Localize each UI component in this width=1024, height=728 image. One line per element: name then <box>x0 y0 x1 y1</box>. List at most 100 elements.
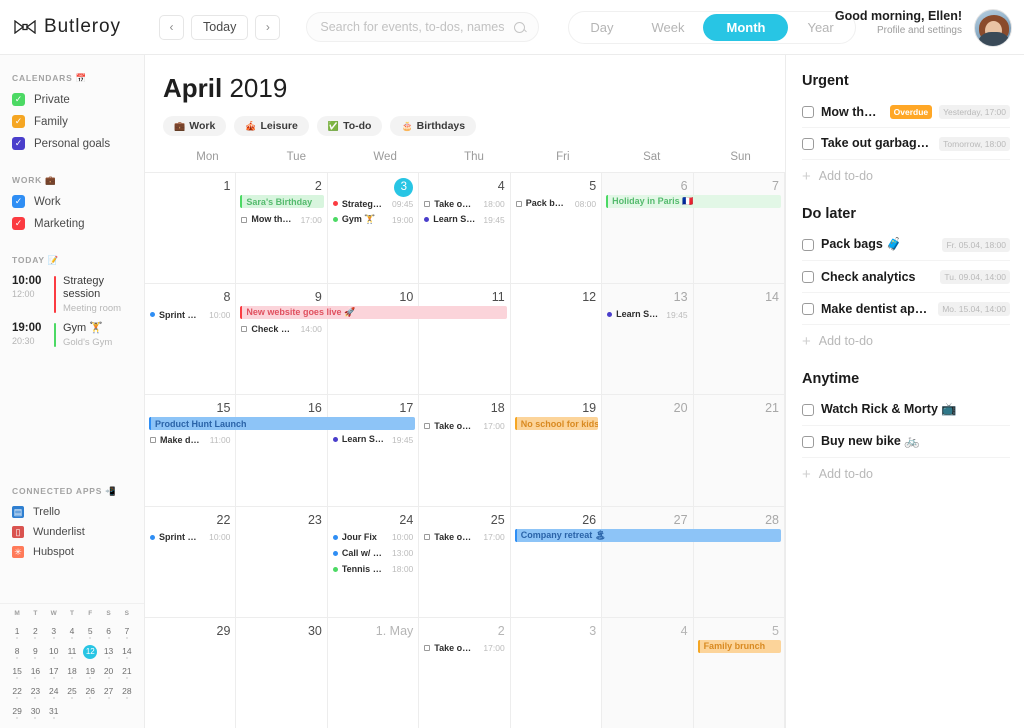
todo-checkbox-icon[interactable] <box>516 201 522 207</box>
calendar-event[interactable]: Learn Spanish 🇪🇸19:45 <box>607 308 687 321</box>
todo-checkbox[interactable] <box>802 239 814 251</box>
calendar-day-cell[interactable]: 27 <box>602 507 693 617</box>
todo-checkbox-icon[interactable] <box>241 217 247 223</box>
avatar[interactable] <box>974 9 1012 47</box>
mini-cal-day[interactable]: 3 <box>45 623 63 640</box>
mini-cal-day[interactable]: 2 <box>26 623 44 640</box>
todo-item[interactable]: Pack bags 🧳Fr. 05.04, 18:00 <box>802 229 1010 261</box>
calendar-day-cell[interactable]: 7 <box>694 173 785 283</box>
mini-cal-day[interactable]: 26 <box>81 683 99 700</box>
calendar-day-cell[interactable]: 15Make dentist a...11:00 <box>145 395 236 505</box>
todo-item[interactable]: Check analyticsTu. 09.04, 14:00 <box>802 261 1010 293</box>
todo-checkbox-icon[interactable] <box>424 534 430 540</box>
todo-checkbox[interactable] <box>802 106 814 118</box>
mini-cal-day[interactable]: 24 <box>45 683 63 700</box>
calendar-event[interactable]: Strategy session09:45 <box>333 197 413 210</box>
calendar-day-cell[interactable]: 3Strategy session09:45Gym 🏋19:00 <box>328 173 419 283</box>
calendar-day-cell[interactable]: 19 <box>511 395 602 505</box>
calendar-day-cell[interactable]: 9Check analytics14:00 <box>236 284 327 394</box>
checkbox-icon[interactable]: ✓ <box>12 115 25 128</box>
todo-checkbox-icon[interactable] <box>241 326 247 332</box>
mini-cal-day[interactable]: 17 <box>45 663 63 680</box>
filter-chip-birthdays[interactable]: 🎂Birthdays <box>390 116 476 136</box>
calendar-event[interactable]: Check analytics14:00 <box>241 322 321 335</box>
today-event[interactable]: 19:0020:30Gym 🏋Gold's Gym <box>0 322 144 356</box>
todo-checkbox[interactable] <box>802 436 814 448</box>
mini-cal-day[interactable]: 15 <box>8 663 26 680</box>
todo-checkbox-icon[interactable] <box>150 437 156 443</box>
checkbox-icon[interactable]: ✓ <box>12 195 25 208</box>
checkbox-icon[interactable]: ✓ <box>12 93 25 106</box>
view-day-button[interactable]: Day <box>571 14 632 41</box>
todo-checkbox[interactable] <box>802 138 814 150</box>
calendar-day-cell[interactable]: 30 <box>236 618 327 728</box>
calendar-day-cell[interactable]: 29 <box>145 618 236 728</box>
calendar-event[interactable]: Make dentist a...11:00 <box>150 433 230 446</box>
mini-cal-day[interactable]: 14 <box>118 643 136 660</box>
mini-cal-day[interactable]: 6 <box>99 623 117 640</box>
calendar-event[interactable]: Jour Fix10:00 <box>333 531 413 544</box>
profile-settings-link[interactable]: Profile and settings <box>835 25 962 36</box>
todo-checkbox[interactable] <box>802 303 814 315</box>
filter-chip-to-do[interactable]: ✅To-do <box>317 116 383 136</box>
all-day-event-band[interactable]: Company retreat 🏝 <box>515 529 781 542</box>
sidebar-calendar-personal-goals[interactable]: ✓Personal goals <box>0 137 144 159</box>
calendar-day-cell[interactable]: 3 <box>511 618 602 728</box>
calendar-day-cell[interactable]: 20 <box>602 395 693 505</box>
calendar-day-cell[interactable]: 4 <box>602 618 693 728</box>
todo-item[interactable]: Buy new bike 🚲 <box>802 426 1010 458</box>
brand[interactable]: Butleroy <box>0 16 145 38</box>
mini-cal-day[interactable]: 28 <box>118 683 136 700</box>
calendar-event[interactable]: Take out garbage18:00 <box>424 197 504 210</box>
calendar-event[interactable]: Call w/ Jose13:00 <box>333 547 413 560</box>
todo-checkbox[interactable] <box>802 271 814 283</box>
calendar-day-cell[interactable]: 23 <box>236 507 327 617</box>
prev-period-button[interactable]: ‹ <box>159 15 184 40</box>
filter-chip-leisure[interactable]: 🎪Leisure <box>234 116 309 136</box>
today-button[interactable]: Today <box>191 15 248 40</box>
view-week-button[interactable]: Week <box>632 14 703 41</box>
search-bar[interactable] <box>306 12 539 42</box>
calendar-day-cell[interactable]: 17Learn Spanish 🇪🇸19:45 <box>328 395 419 505</box>
all-day-event-band[interactable]: Family brunch <box>698 640 781 653</box>
calendar-day-cell[interactable]: 25Take out garbage17:00 <box>419 507 510 617</box>
calendar-day-cell[interactable]: 2Breakfast w/ Tim10:00Mow the lawn 🌱17:0… <box>236 173 327 283</box>
todo-checkbox[interactable] <box>802 404 814 416</box>
mini-cal-day[interactable]: 29 <box>8 703 26 720</box>
calendar-event[interactable]: Sprint planning10:00 <box>150 308 230 321</box>
calendar-day-cell[interactable]: 1 <box>145 173 236 283</box>
all-day-event-band[interactable]: New website goes live 🚀 <box>240 306 506 319</box>
calendar-day-cell[interactable]: 8Sprint planning10:00 <box>145 284 236 394</box>
all-day-event-band[interactable]: Holiday in Paris 🇫🇷 <box>606 195 781 208</box>
calendar-day-cell[interactable]: 2Take out garbage17:00 <box>419 618 510 728</box>
mini-cal-day[interactable]: 12 <box>81 643 99 660</box>
todo-item[interactable]: Mow the lawnOverdueYesterday, 17:00 <box>802 96 1010 128</box>
filter-chip-work[interactable]: 💼Work <box>163 116 226 136</box>
mini-cal-day[interactable]: 25 <box>63 683 81 700</box>
mini-cal-day[interactable]: 11 <box>63 643 81 660</box>
calendar-event[interactable]: Pack bags 🧳08:00 <box>516 197 596 210</box>
connected-app-hubspot[interactable]: ✳Hubspot <box>0 546 144 566</box>
next-period-button[interactable]: › <box>255 15 280 40</box>
mini-cal-day[interactable]: 5 <box>81 623 99 640</box>
calendar-day-cell[interactable]: 6 <box>602 173 693 283</box>
mini-cal-day[interactable]: 22 <box>8 683 26 700</box>
sidebar-calendar-family[interactable]: ✓Family <box>0 115 144 137</box>
mini-cal-day[interactable]: 31 <box>45 703 63 720</box>
mini-cal-day[interactable]: 27 <box>99 683 117 700</box>
add-todo-button[interactable]: +Add to-do <box>802 160 1010 192</box>
calendar-event[interactable]: Mow the lawn 🌱17:00 <box>241 213 321 226</box>
sidebar-calendar-private[interactable]: ✓Private <box>0 93 144 115</box>
todo-item[interactable]: Watch Rick & Morty 📺 <box>802 394 1010 426</box>
todo-item[interactable]: Make dentist appoi...Mo. 15.04, 14:00 <box>802 293 1010 325</box>
mini-cal-day[interactable]: 19 <box>81 663 99 680</box>
mini-cal-day[interactable]: 21 <box>118 663 136 680</box>
todo-checkbox-icon[interactable] <box>424 201 430 207</box>
calendar-day-cell[interactable]: 24Jour Fix10:00Call w/ Jose13:00Tennis l… <box>328 507 419 617</box>
todo-checkbox-icon[interactable] <box>424 645 430 651</box>
mini-cal-day[interactable]: 7 <box>118 623 136 640</box>
calendar-event[interactable]: Tennis lesson 🎾18:00 <box>333 563 413 576</box>
mini-cal-day[interactable]: 4 <box>63 623 81 640</box>
all-day-event-band[interactable]: Product Hunt Launch <box>149 417 415 430</box>
calendar-event[interactable]: Learn Spanish 🇪🇸19:45 <box>333 433 413 446</box>
